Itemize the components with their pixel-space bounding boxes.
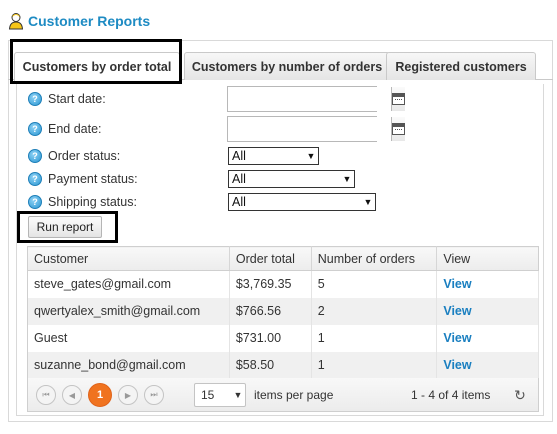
table-row: qwertyalex_smith@gmail.com $766.56 2 Vie… [27, 297, 539, 325]
column-header-order-total[interactable]: Order total [229, 246, 312, 271]
customer-cell: steve_gates@gmail.com [27, 270, 230, 298]
report-tabs: Customers by order total Customers by nu… [8, 50, 553, 82]
end-date-input[interactable] [228, 117, 391, 141]
calendar-icon [392, 123, 405, 135]
tab-customers-by-number-of-orders[interactable]: Customers by number of orders [184, 52, 390, 80]
start-date-picker [227, 86, 405, 112]
help-icon[interactable]: ? [28, 149, 42, 163]
dropdown-arrow-icon: ▼ [342, 174, 352, 184]
column-header-number-of-orders[interactable]: Number of orders [311, 246, 438, 271]
shipping-status-row: ? Shipping status: [28, 192, 137, 212]
customer-cell: suzanne_bond@gmail.com [27, 351, 230, 379]
view-link[interactable]: View [436, 270, 539, 298]
grid-pager: ⏮ ◀ 1 ▶ ⏭ 15 ▼ items per page 1 - 4 of 4… [27, 378, 539, 412]
help-icon[interactable]: ? [28, 195, 42, 209]
end-date-row: ? End date: [28, 119, 102, 139]
table-row: Guest $731.00 1 View [27, 324, 539, 352]
order-status-select[interactable]: All ▼ [228, 147, 319, 165]
customer-cell: qwertyalex_smith@gmail.com [27, 297, 230, 325]
end-date-label: End date: [48, 122, 102, 136]
payment-status-select[interactable]: All ▼ [228, 170, 355, 188]
refresh-icon[interactable]: ↻ [512, 387, 528, 403]
dropdown-arrow-icon: ▼ [363, 197, 373, 207]
page-size-select[interactable]: 15 ▼ [194, 383, 246, 407]
help-icon[interactable]: ? [28, 92, 42, 106]
shipping-status-value: All [232, 195, 246, 209]
start-date-label: Start date: [48, 92, 106, 106]
last-page-icon[interactable]: ⏭ [144, 385, 164, 405]
pager-summary: 1 - 4 of 4 items [411, 388, 491, 402]
shipping-status-label: Shipping status: [48, 195, 137, 209]
items-per-page-label: items per page [254, 388, 334, 402]
order-total-cell: $766.56 [229, 297, 312, 325]
order-status-label: Order status: [48, 149, 121, 163]
help-icon[interactable]: ? [28, 172, 42, 186]
view-link[interactable]: View [436, 297, 539, 325]
number-of-orders-cell: 1 [311, 351, 438, 379]
tab-customers-by-order-total[interactable]: Customers by order total [14, 52, 180, 82]
run-report-button[interactable]: Run report [28, 216, 102, 238]
number-of-orders-cell: 5 [311, 270, 438, 298]
page-header: Customer Reports [8, 10, 150, 32]
order-total-cell: $3,769.35 [229, 270, 312, 298]
number-of-orders-cell: 1 [311, 324, 438, 352]
first-page-icon[interactable]: ⏮ [36, 385, 56, 405]
dropdown-arrow-icon: ▼ [306, 151, 316, 161]
table-row: suzanne_bond@gmail.com $58.50 1 View [27, 351, 539, 379]
payment-status-value: All [232, 172, 246, 186]
number-of-orders-cell: 2 [311, 297, 438, 325]
end-date-picker [227, 116, 405, 142]
order-total-cell: $58.50 [229, 351, 312, 379]
tab-registered-customers[interactable]: Registered customers [386, 52, 536, 80]
view-link[interactable]: View [436, 324, 539, 352]
help-icon[interactable]: ? [28, 122, 42, 136]
order-status-row: ? Order status: [28, 146, 120, 166]
start-date-row: ? Start date: [28, 89, 106, 109]
column-header-view[interactable]: View [436, 246, 539, 271]
payment-status-label: Payment status: [48, 172, 138, 186]
column-header-customer[interactable]: Customer [27, 246, 230, 271]
previous-page-icon[interactable]: ◀ [62, 385, 82, 405]
view-link[interactable]: View [436, 351, 539, 379]
dropdown-arrow-icon: ▼ [233, 390, 243, 400]
report-grid: Customer Order total Number of orders Vi… [27, 246, 539, 379]
start-date-calendar-button[interactable] [391, 87, 405, 111]
end-date-calendar-button[interactable] [391, 117, 405, 141]
grid-header-row: Customer Order total Number of orders Vi… [27, 246, 539, 271]
page-title: Customer Reports [28, 13, 151, 29]
table-row: steve_gates@gmail.com $3,769.35 5 View [27, 270, 539, 298]
person-icon [8, 13, 24, 30]
calendar-icon [392, 93, 405, 105]
next-page-icon[interactable]: ▶ [118, 385, 138, 405]
order-total-cell: $731.00 [229, 324, 312, 352]
start-date-input[interactable] [228, 87, 391, 111]
order-status-value: All [232, 149, 246, 163]
customer-cell: Guest [27, 324, 230, 352]
payment-status-row: ? Payment status: [28, 169, 138, 189]
current-page-button[interactable]: 1 [88, 383, 112, 407]
page-size-value: 15 [201, 388, 215, 402]
shipping-status-select[interactable]: All ▼ [228, 193, 376, 211]
